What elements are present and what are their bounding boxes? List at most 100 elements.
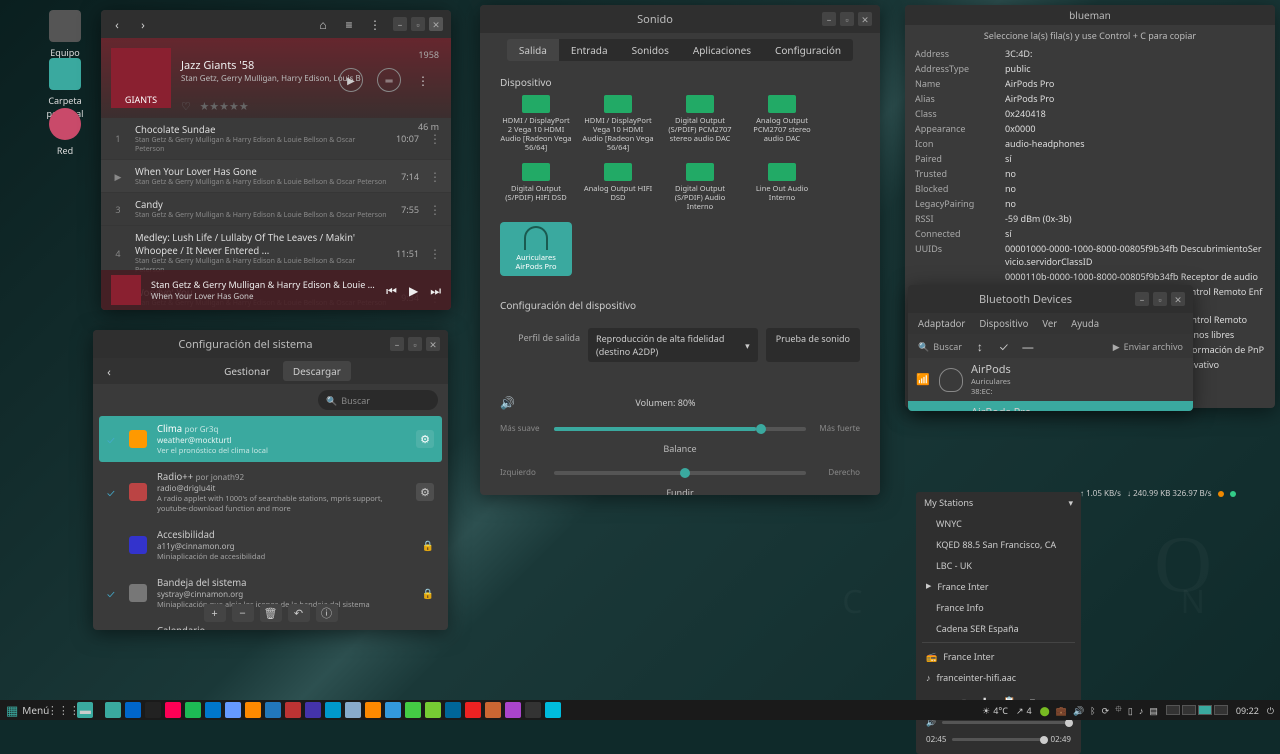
search-button[interactable]: 🔍 Buscar [918,340,964,353]
sound-tab[interactable]: Sonidos [620,39,681,61]
maximize-button[interactable]: ▫ [411,17,425,31]
taskbar-app-icon[interactable] [185,702,201,718]
start-menu[interactable]: ▦ Menú [6,701,49,719]
tray-volume-icon[interactable]: 🔊 [1073,704,1084,717]
checkbox[interactable]: ✓ [107,433,119,445]
volume-icon[interactable]: 🔊 [500,394,515,411]
applet-item[interactable]: ✓ Clima por Gr3q weather@mockturtl Ver e… [99,416,442,462]
taskbar-app-icon[interactable] [245,702,261,718]
balance-slider[interactable] [554,471,806,475]
audio-device[interactable]: Analog Output PCM2707 stereo audio DAC [746,95,818,153]
delete-button[interactable]: 🗑 [260,604,282,622]
remove-button[interactable]: − [232,604,254,622]
radio-station[interactable]: LBC - UK [916,555,1081,576]
maximize-button[interactable]: ▫ [408,337,422,351]
close-button[interactable]: ✕ [426,337,440,351]
audio-device[interactable]: Line Out Audio Interno [746,163,818,212]
property-row[interactable]: Appearance0x0000 [905,121,1275,136]
tray-notif-icon[interactable]: ▤ [1149,704,1158,717]
tab-gestionar[interactable]: Gestionar [214,361,280,381]
sound-tab[interactable]: Salida [507,39,559,61]
add-button[interactable]: + [204,604,226,622]
audio-device[interactable]: Digital Output (S/PDIF) PCM2707 stereo a… [664,95,736,153]
applet-settings-button[interactable]: ⚙ [416,483,434,501]
taskbar-app-icon[interactable] [485,702,501,718]
audio-device[interactable]: Digital Output (S/PDIF) Audio Interno [664,163,736,212]
taskbar-app-icon[interactable] [545,702,561,718]
next-button[interactable]: ⏭ [430,282,441,299]
audio-device[interactable]: Digital Output (S/PDIF) HIFI DSD [500,163,572,212]
track-menu-icon[interactable]: ⋮ [429,245,441,262]
weather-wind[interactable]: ↗ 4 [1016,704,1032,717]
taskbar-app-icon[interactable] [325,702,341,718]
property-row[interactable]: Iconaudio-headphones [905,136,1275,151]
info-button[interactable]: ⓘ [316,604,338,622]
checkbox[interactable]: ✓ [107,587,119,599]
prev-button[interactable]: ⏮ [386,282,397,299]
menu-item[interactable]: Ver [1042,317,1057,330]
radio-seek-slider[interactable] [952,738,1044,741]
tray-wallet-icon[interactable]: 💼 [1056,704,1067,717]
audio-device[interactable]: HDMI / DisplayPort Vega 10 HDMI Audio [R… [582,95,654,153]
property-row[interactable]: RSSI-59 dBm (0x-3b) [905,211,1275,226]
menu-item[interactable]: Ayuda [1071,317,1099,330]
menu-item[interactable]: Dispositivo [979,317,1028,330]
tray-network-icon[interactable]: ⯐ [1115,702,1122,718]
property-row[interactable]: AliasAirPods Pro [905,91,1275,106]
search-input[interactable]: 🔍 Buscar [318,390,438,410]
sort-icon[interactable]: ↕ [972,338,988,354]
checkbox[interactable] [107,539,119,551]
tab-descargar[interactable]: Descargar [283,361,351,381]
sound-tab[interactable]: Entrada [559,39,620,61]
maximize-button[interactable]: ▫ [1153,292,1167,306]
undo-button[interactable]: ↶ [288,604,310,622]
play-button[interactable]: ▶ [409,282,418,299]
property-row[interactable]: Trustedno [905,166,1275,181]
property-row[interactable]: Address3C:4D: [905,46,1275,61]
tray-nvidia-icon[interactable]: ⬤ [1040,704,1050,717]
property-row[interactable]: LegacyPairingno [905,196,1275,211]
taskbar-app-icon[interactable] [125,702,141,718]
property-row[interactable]: UUIDs00001000-0000-1000-8000-00805f9b34f… [905,241,1275,269]
taskbar-app-icon[interactable] [265,702,281,718]
radio-header[interactable]: My Stations▾ [916,492,1081,513]
volume-slider[interactable] [554,427,806,431]
queue-album-button[interactable]: ═ [377,68,401,92]
weather-temp[interactable]: ☀ 4°C [982,704,1008,717]
close-button[interactable]: ✕ [858,12,872,26]
taskbar-app-icon[interactable] [505,702,521,718]
property-row[interactable]: 0000110b-0000-1000-8000-00805f9b34fb Rec… [905,269,1275,284]
checkbox[interactable]: ✓ [107,486,119,498]
taskbar-app-icon[interactable] [425,702,441,718]
audio-device[interactable]: HDMI / DisplayPort 2 Vega 10 HDMI Audio … [500,95,572,153]
more-icon[interactable]: ⋮ [367,16,383,32]
radio-station[interactable]: Cadena SER España [916,618,1081,639]
sound-tab[interactable]: Configuración [763,39,853,61]
radio-station[interactable]: France Inter [916,576,1081,597]
rating-stars[interactable]: ♡ ★★★★★ [181,99,249,114]
property-row[interactable]: Pairedsí [905,151,1275,166]
taskbar-app-icon[interactable] [285,702,301,718]
back-icon[interactable]: ‹ [109,16,125,32]
property-row[interactable]: Blockedno [905,181,1275,196]
back-icon[interactable]: ‹ [101,363,117,379]
desktop-red[interactable]: Red [30,108,100,157]
menu-item[interactable]: Adaptador [918,317,965,330]
radio-volume-slider[interactable] [942,721,1071,724]
property-row[interactable]: Connectedsí [905,226,1275,241]
radio-station[interactable]: KQED 88.5 San Francisco, CA [916,534,1081,555]
taskbar-app-icon[interactable] [225,702,241,718]
audio-device[interactable]: Auriculares AirPods Pro [500,222,572,276]
applet-settings-button[interactable]: ⚙ [416,430,434,448]
bt-device-item[interactable]: 📶 AirPods Pro Auriculares 3C:4D: [908,401,1193,411]
property-row[interactable]: AddressTypepublic [905,61,1275,76]
maximize-button[interactable]: ▫ [840,12,854,26]
taskbar-app-icon[interactable] [145,702,161,718]
audio-device[interactable]: Analog Output HIFI DSD [582,163,654,212]
taskbar-app-icon[interactable] [385,702,401,718]
show-desktop-icon[interactable]: ▬ [77,702,93,718]
minimize-button[interactable]: – [390,337,404,351]
test-sound-button[interactable]: Prueba de sonido [766,328,860,362]
tray-music-icon[interactable]: ♪ [1139,704,1144,717]
minimize-button[interactable]: – [393,17,407,31]
